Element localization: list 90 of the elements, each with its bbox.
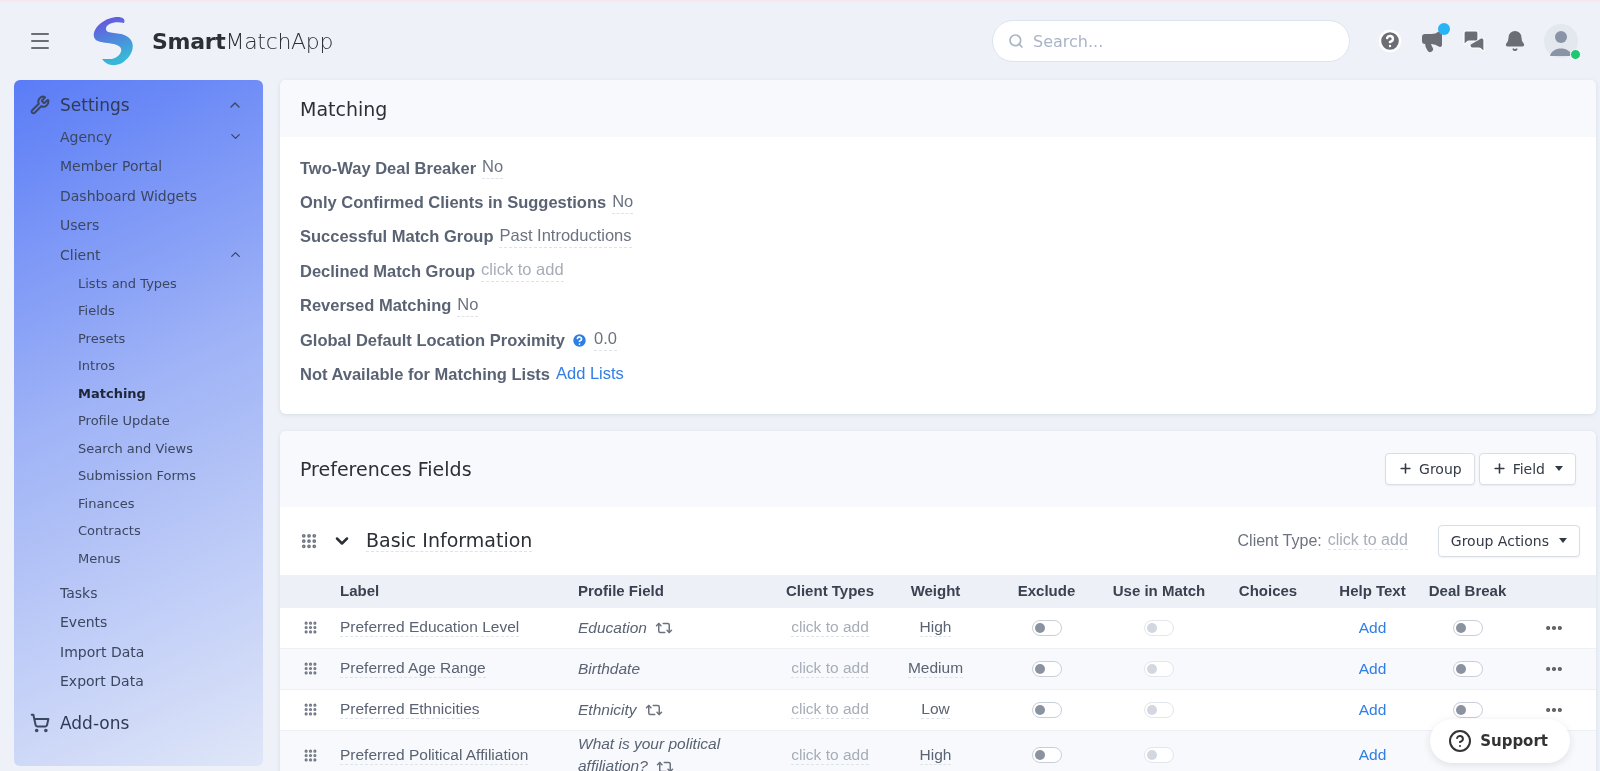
sidebar-item[interactable]: Contracts <box>14 517 263 545</box>
tools-icon <box>30 95 50 115</box>
add-help-text-link[interactable]: Add <box>1358 700 1387 719</box>
weight-value[interactable]: Medium <box>907 659 964 679</box>
add-button[interactable]: Group <box>1385 452 1475 485</box>
column-header: Choices <box>1237 582 1299 600</box>
sidebar-item[interactable]: Lists and Types <box>14 269 263 297</box>
toggle-switch[interactable] <box>1452 660 1483 677</box>
field-label[interactable]: Preferred Ethnicities <box>340 700 480 720</box>
chat-icon[interactable] <box>1462 29 1486 53</box>
group-title: Basic Information <box>366 529 533 553</box>
toggle-switch[interactable] <box>1031 747 1062 764</box>
sidebar-item[interactable]: Presets <box>14 324 263 352</box>
toggle-switch[interactable] <box>1031 701 1062 718</box>
add-help-text-link[interactable]: Add <box>1358 746 1387 765</box>
add-button[interactable]: Field <box>1478 452 1576 485</box>
field-label[interactable]: Preferred Education Level <box>340 618 520 638</box>
column-header: Use in Match <box>1111 582 1207 600</box>
card-title: Matching <box>300 97 388 120</box>
profile-field: Ethnicity <box>578 698 663 721</box>
setting-label: Global Default Location Proximity <box>300 330 565 350</box>
column-header: Client Types <box>784 582 876 600</box>
setting-label: Successful Match Group <box>300 227 494 247</box>
column-header: Weight <box>909 582 962 600</box>
toggle-switch[interactable] <box>1031 660 1062 677</box>
sidebar-item[interactable]: Dashboard Widgets <box>14 181 263 211</box>
weight-value[interactable]: Low <box>921 700 950 720</box>
sidebar-item[interactable]: Agency <box>14 122 263 152</box>
column-header: Exclude <box>1016 582 1077 600</box>
sidebar-item[interactable]: Import Data <box>14 637 263 667</box>
sidebar-item[interactable]: Intros <box>14 352 263 380</box>
toggle-switch[interactable] <box>1031 619 1062 636</box>
drag-handle-icon[interactable] <box>300 531 318 550</box>
sidebar-item[interactable]: Matching <box>14 379 263 407</box>
column-header: Profile Field <box>578 582 665 600</box>
cart-icon <box>30 713 50 733</box>
add-help-text-link[interactable]: Add <box>1358 659 1387 678</box>
setting-value[interactable]: Past Introductions <box>499 225 632 248</box>
sidebar-item[interactable]: Add-ons <box>14 706 263 740</box>
field-label[interactable]: Preferred Political Affiliation <box>340 745 529 765</box>
setting-label: Declined Match Group <box>300 261 476 281</box>
search-field[interactable]: Search... <box>992 20 1350 62</box>
add-help-text-link[interactable]: Add <box>1358 618 1387 637</box>
help-icon[interactable] <box>1378 29 1402 53</box>
toggle-switch[interactable] <box>1452 619 1483 636</box>
sidebar-item[interactable]: Export Data <box>14 666 263 696</box>
user-avatar[interactable] <box>1544 24 1578 58</box>
column-header: Help Text <box>1338 582 1407 600</box>
column-header: Label <box>340 582 381 600</box>
support-button[interactable]: Support <box>1430 719 1570 763</box>
plus-icon <box>1491 461 1507 477</box>
client-type-label: Client Type: <box>1237 531 1322 550</box>
toggle-switch[interactable] <box>1452 701 1483 718</box>
plus-icon <box>1398 461 1414 477</box>
card-title: Preferences Fields <box>300 457 472 480</box>
sidebar-item[interactable]: Menus <box>14 544 263 572</box>
field-label[interactable]: Preferred Age Range <box>340 659 486 679</box>
sidebar-item[interactable]: Submission Forms <box>14 462 263 490</box>
weight-value[interactable]: High <box>919 745 952 765</box>
setting-label: Not Available for Matching Lists <box>300 365 550 385</box>
group-actions-button[interactable]: Group Actions <box>1437 524 1580 557</box>
setting-value[interactable]: 0.0 <box>593 329 617 352</box>
sidebar-item[interactable]: Profile Update <box>14 407 263 435</box>
profile-field: Education <box>578 616 673 639</box>
sidebar-item[interactable]: Finances <box>14 489 263 517</box>
help-icon <box>1448 729 1473 753</box>
app-logo-text: SmartMatchApp <box>152 28 334 54</box>
sidebar-item[interactable]: Tasks <box>14 578 263 608</box>
sidebar-item[interactable]: Events <box>14 607 263 637</box>
megaphone-icon[interactable] <box>1420 29 1444 53</box>
profile-field: What is your political affiliation? <box>578 732 748 771</box>
add-lists-link[interactable]: Add Lists <box>556 364 624 386</box>
setting-label: Two-Way Deal Breaker <box>300 158 477 178</box>
sidebar-item[interactable]: Fields <box>14 297 263 325</box>
column-header: Deal Break <box>1427 582 1508 600</box>
weight-value[interactable]: High <box>919 618 952 638</box>
sidebar-item[interactable]: Client <box>14 240 263 270</box>
sidebar-item[interactable]: Settings <box>14 88 263 122</box>
sidebar-item[interactable]: Member Portal <box>14 151 263 181</box>
sidebar-item[interactable]: Search and Views <box>14 434 263 462</box>
setting-value[interactable]: No <box>612 191 634 214</box>
setting-label: Reversed Matching <box>300 296 452 316</box>
setting-label: Only Confirmed Clients in Suggestions <box>300 193 607 213</box>
setting-value[interactable]: No <box>482 157 504 180</box>
help-icon[interactable] <box>570 331 588 349</box>
bell-icon[interactable] <box>1504 30 1526 52</box>
setting-value[interactable]: No <box>457 294 479 317</box>
search-icon <box>1008 33 1024 49</box>
sidebar-item[interactable]: Users <box>14 210 263 240</box>
profile-field: Birthdate <box>578 657 641 680</box>
